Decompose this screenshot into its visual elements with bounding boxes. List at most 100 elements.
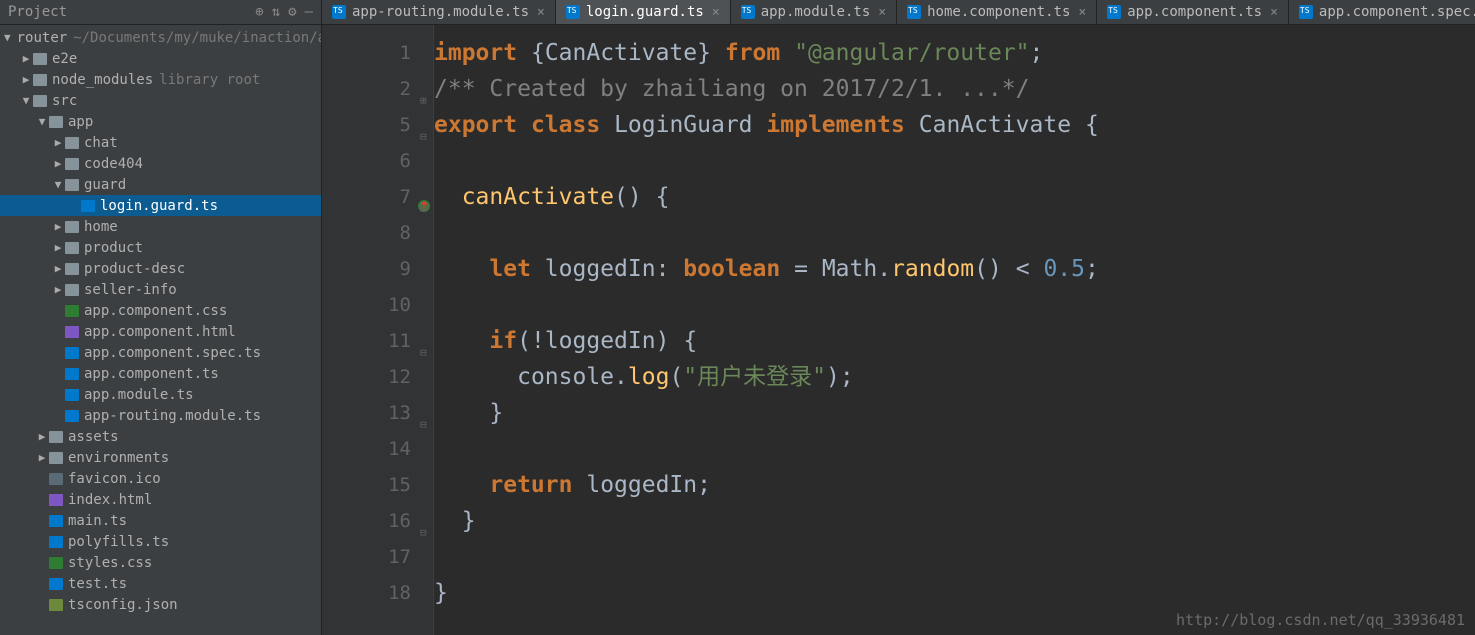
- close-icon[interactable]: ×: [712, 5, 720, 20]
- tree-item[interactable]: ▶test.ts: [0, 573, 321, 594]
- tree-item[interactable]: ▼router~/Documents/my/muke/inaction/a: [0, 27, 321, 48]
- tree-label: favicon.ico: [68, 471, 161, 487]
- ico-icon: [49, 473, 63, 485]
- chevron-down-icon[interactable]: ▼: [36, 115, 48, 128]
- project-tree[interactable]: ▼router~/Documents/my/muke/inaction/a▶e2…: [0, 25, 322, 635]
- chevron-right-icon[interactable]: ▶: [52, 157, 64, 170]
- tree-item[interactable]: ▶e2e: [0, 48, 321, 69]
- tree-label: router: [17, 30, 68, 46]
- tree-item[interactable]: ▶app.component.spec.ts: [0, 342, 321, 363]
- chevron-right-icon[interactable]: ▶: [52, 136, 64, 149]
- tree-label: main.ts: [68, 513, 127, 529]
- tree-item[interactable]: ▶code404: [0, 153, 321, 174]
- editor-tab[interactable]: app.component.ts×: [1097, 0, 1289, 24]
- top-bar: Project ⊕ ⇅ ⚙ ― app-routing.module.ts×lo…: [0, 0, 1475, 25]
- fold-icon[interactable]: ⊟: [420, 191, 427, 227]
- editor-tab[interactable]: app-routing.module.ts×: [322, 0, 556, 24]
- chevron-down-icon[interactable]: ▼: [20, 94, 32, 107]
- tree-item[interactable]: ▶assets: [0, 426, 321, 447]
- tree-item[interactable]: ▼src: [0, 90, 321, 111]
- fold-icon[interactable]: ⊟: [420, 515, 427, 551]
- ts-file-icon: [332, 5, 346, 19]
- tree-label: styles.css: [68, 555, 152, 571]
- chevron-right-icon[interactable]: ▶: [52, 241, 64, 254]
- tree-item[interactable]: ▶main.ts: [0, 510, 321, 531]
- line-number: 13: [322, 395, 433, 431]
- gear-icon[interactable]: ⚙: [288, 4, 296, 20]
- tree-item[interactable]: ▶product-desc: [0, 258, 321, 279]
- tree-label: app.module.ts: [84, 387, 194, 403]
- chevron-right-icon[interactable]: ▶: [52, 283, 64, 296]
- tree-item[interactable]: ▶index.html: [0, 489, 321, 510]
- tree-item[interactable]: ▶node_moduleslibrary root: [0, 69, 321, 90]
- tree-label: test.ts: [68, 576, 127, 592]
- folder-icon: [65, 179, 79, 191]
- tree-item[interactable]: ▶home: [0, 216, 321, 237]
- tree-label: app.component.css: [84, 303, 227, 319]
- editor-tab[interactable]: home.component.ts×: [897, 0, 1097, 24]
- editor-tabs: app-routing.module.ts×login.guard.ts×app…: [322, 0, 1475, 24]
- code-area[interactable]: import {CanActivate} from "@angular/rout…: [434, 25, 1475, 635]
- tree-item[interactable]: ▶login.guard.ts: [0, 195, 321, 216]
- tree-item[interactable]: ▼guard: [0, 174, 321, 195]
- line-number: 9: [322, 251, 433, 287]
- project-panel-header: Project ⊕ ⇅ ⚙ ―: [0, 0, 322, 24]
- chevron-right-icon[interactable]: ▶: [20, 73, 32, 86]
- tree-item[interactable]: ▶seller-info: [0, 279, 321, 300]
- chevron-right-icon[interactable]: ▶: [52, 220, 64, 233]
- chevron-down-icon[interactable]: ▼: [4, 31, 11, 44]
- chevron-right-icon[interactable]: ▶: [20, 52, 32, 65]
- hide-icon[interactable]: ―: [305, 4, 313, 20]
- ts-file-icon: [1299, 5, 1313, 19]
- folder-icon: [33, 53, 47, 65]
- tree-item[interactable]: ▶favicon.ico: [0, 468, 321, 489]
- fold-icon[interactable]: ⊞: [420, 83, 427, 119]
- tree-item[interactable]: ▶app.component.html: [0, 321, 321, 342]
- chevron-right-icon[interactable]: ▶: [52, 262, 64, 275]
- chevron-down-icon[interactable]: ▼: [52, 178, 64, 191]
- collapse-icon[interactable]: ⇅: [272, 4, 280, 20]
- code-editor[interactable]: 1256789101112131415161718 import {CanAct…: [322, 25, 1475, 635]
- close-icon[interactable]: ×: [1078, 5, 1086, 20]
- chevron-right-icon[interactable]: ▶: [36, 430, 48, 443]
- tree-item[interactable]: ▼app: [0, 111, 321, 132]
- tree-label: app.component.spec.ts: [84, 345, 261, 361]
- tree-item[interactable]: ▶app.module.ts: [0, 384, 321, 405]
- fold-icon[interactable]: ⊟: [420, 407, 427, 443]
- ts-icon: [49, 536, 63, 548]
- line-number: 2: [322, 71, 433, 107]
- fold-icon[interactable]: ⊟: [420, 119, 427, 155]
- editor-tab[interactable]: app.component.spec.ts×: [1289, 0, 1475, 24]
- folder-icon: [33, 74, 47, 86]
- editor-tab[interactable]: login.guard.ts×: [556, 0, 731, 24]
- line-number: 10: [322, 287, 433, 323]
- close-icon[interactable]: ×: [878, 5, 886, 20]
- editor-tab[interactable]: app.module.ts×: [731, 0, 897, 24]
- css-icon: [49, 557, 63, 569]
- ts-icon: [49, 578, 63, 590]
- line-number: 7: [322, 179, 433, 215]
- folder-icon: [49, 431, 63, 443]
- tree-label: product: [84, 240, 143, 256]
- target-icon[interactable]: ⊕: [255, 4, 263, 20]
- html-icon: [49, 494, 63, 506]
- close-icon[interactable]: ×: [537, 5, 545, 20]
- tree-label: environments: [68, 450, 169, 466]
- tree-item[interactable]: ▶app.component.ts: [0, 363, 321, 384]
- tree-item[interactable]: ▶styles.css: [0, 552, 321, 573]
- close-icon[interactable]: ×: [1270, 5, 1278, 20]
- folder-icon: [49, 116, 63, 128]
- tree-item[interactable]: ▶polyfills.ts: [0, 531, 321, 552]
- tree-item[interactable]: ▶app.component.css: [0, 300, 321, 321]
- tree-item[interactable]: ▶tsconfig.json: [0, 594, 321, 615]
- fold-icon[interactable]: ⊟: [420, 335, 427, 371]
- chevron-right-icon[interactable]: ▶: [36, 451, 48, 464]
- tree-item[interactable]: ▶app-routing.module.ts: [0, 405, 321, 426]
- ts-file-icon: [566, 5, 580, 19]
- tree-item[interactable]: ▶ product: [0, 237, 321, 258]
- folder-icon: [65, 242, 79, 254]
- line-number: 15: [322, 467, 433, 503]
- tree-item[interactable]: ▶chat: [0, 132, 321, 153]
- tree-item[interactable]: ▶ environments: [0, 447, 321, 468]
- folder-icon: [65, 221, 79, 233]
